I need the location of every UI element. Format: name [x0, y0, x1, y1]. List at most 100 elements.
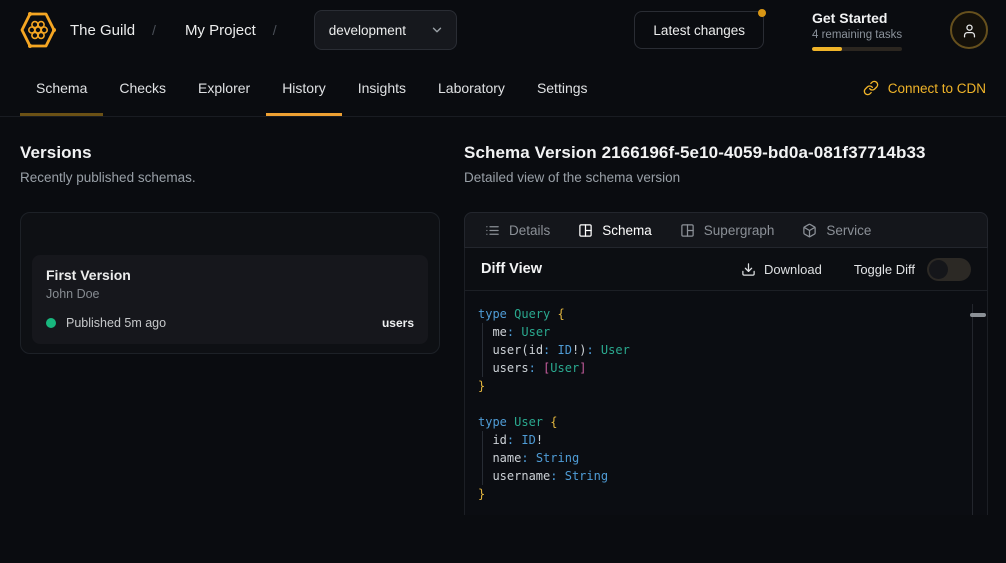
code-token	[557, 469, 564, 483]
code-scrollbar[interactable]	[972, 304, 987, 515]
code-line: }	[478, 485, 967, 503]
tab-insights[interactable]: Insights	[342, 60, 422, 116]
service-badge: users	[382, 316, 414, 330]
code-token	[536, 361, 543, 375]
hive-logo-icon[interactable]	[18, 10, 58, 50]
breadcrumb-separator: /	[273, 22, 277, 38]
code-line: me: User	[478, 323, 967, 341]
tab-supergraph[interactable]: Supergraph	[666, 213, 789, 247]
get-started-widget[interactable]: Get Started 4 remaining tasks	[812, 10, 902, 51]
tab-schema-view[interactable]: Schema	[564, 213, 666, 247]
tab-underline	[182, 113, 266, 116]
tab-underline	[422, 113, 521, 116]
layout-columns-icon	[680, 223, 695, 238]
code-line: name: String	[478, 449, 967, 467]
code-token: user	[478, 343, 521, 357]
get-started-subtitle: 4 remaining tasks	[812, 29, 902, 41]
code-token: {	[550, 415, 557, 429]
code-line: users: [User]	[478, 359, 967, 377]
code-token	[550, 343, 557, 357]
code-token: ID	[558, 343, 572, 357]
schema-version-subtitle: Detailed view of the schema version	[464, 170, 988, 185]
get-started-title: Get Started	[812, 10, 902, 26]
tab-settings[interactable]: Settings	[521, 60, 604, 116]
target-select-value: development	[329, 23, 406, 38]
tab-label: History	[282, 80, 326, 96]
user-avatar[interactable]	[950, 11, 988, 49]
code-token: users	[478, 361, 529, 375]
code-line: type User {	[478, 413, 967, 431]
breadcrumb-project[interactable]: My Project	[185, 22, 256, 39]
app-header: The Guild / My Project / development Lat…	[0, 0, 1006, 60]
code-token: name	[478, 451, 521, 465]
tab-service[interactable]: Service	[788, 213, 885, 247]
code-line: user(id: ID!): User	[478, 341, 967, 359]
latest-changes-label: Latest changes	[653, 23, 745, 38]
code-token: }	[478, 379, 485, 393]
code-token: ]	[579, 361, 586, 375]
version-name: First Version	[46, 267, 414, 283]
code-token: (	[521, 343, 528, 357]
diff-toolbar: Diff View Download Toggle Diff	[464, 248, 988, 291]
published-status-dot-icon	[46, 318, 56, 328]
tab-label: Insights	[358, 80, 406, 96]
tab-details[interactable]: Details	[471, 213, 564, 247]
code-token: type	[478, 307, 514, 321]
code-token: :	[529, 361, 536, 375]
version-author: John Doe	[46, 287, 414, 301]
code-token: String	[536, 451, 579, 465]
code-token: :	[586, 343, 593, 357]
target-select[interactable]: development	[314, 10, 457, 50]
tab-label: Laboratory	[438, 80, 505, 96]
tab-underline	[103, 113, 182, 116]
tab-label: Settings	[537, 80, 588, 96]
tab-label: Service	[826, 223, 871, 238]
code-token	[529, 451, 536, 465]
code-token: User	[601, 343, 630, 357]
version-list-item[interactable]: First Version John Doe Published 5m ago …	[32, 255, 428, 344]
tab-history[interactable]: History	[266, 60, 342, 116]
tab-explorer[interactable]: Explorer	[182, 60, 266, 116]
download-button[interactable]: Download	[741, 262, 822, 277]
tab-label: Schema	[36, 80, 87, 96]
code-token: User	[514, 415, 543, 429]
code-token: ID	[521, 433, 535, 447]
code-line: id: ID!	[478, 431, 967, 449]
connect-to-cdn-link[interactable]: Connect to CDN	[863, 60, 986, 116]
target-nav: Schema Checks Explorer History Insights …	[0, 60, 1006, 117]
chevron-down-icon	[430, 23, 444, 37]
code-line: }	[478, 377, 967, 395]
tab-label: Schema	[602, 223, 652, 238]
versions-title: Versions	[20, 143, 440, 163]
schema-code-viewer[interactable]: type Query { me: User user(id: ID!): Use…	[464, 291, 988, 515]
toggle-diff-label: Toggle Diff	[854, 262, 915, 277]
download-label: Download	[764, 262, 822, 277]
code-scrollbar-thumb[interactable]	[970, 313, 986, 317]
code-token: User	[521, 325, 550, 339]
code-token: type	[478, 415, 514, 429]
code-token	[594, 343, 601, 357]
code-token: me	[478, 325, 507, 339]
tab-underline	[521, 113, 604, 116]
tab-label: Explorer	[198, 80, 250, 96]
get-started-progress-fill	[812, 47, 842, 51]
breadcrumb-org[interactable]: The Guild	[70, 22, 135, 39]
diff-view-title: Diff View	[481, 261, 542, 277]
latest-changes-button[interactable]: Latest changes	[634, 11, 764, 49]
code-line: username: String	[478, 467, 967, 485]
code-token: User	[550, 361, 579, 375]
tab-laboratory[interactable]: Laboratory	[422, 60, 521, 116]
tab-checks[interactable]: Checks	[103, 60, 182, 116]
schema-version-title: Schema Version 2166196f-5e10-4059-bd0a-0…	[464, 143, 988, 163]
tab-schema[interactable]: Schema	[20, 60, 103, 116]
code-token: :	[521, 451, 528, 465]
code-line: type Query {	[478, 305, 967, 323]
connect-to-cdn-label: Connect to CDN	[888, 81, 986, 96]
code-token: {	[557, 307, 564, 321]
version-status: Published 5m ago	[66, 316, 166, 330]
download-icon	[741, 262, 756, 277]
get-started-progressbar	[812, 47, 902, 51]
link-icon	[863, 80, 879, 96]
toggle-diff-switch[interactable]	[927, 258, 971, 281]
code-token: id	[478, 433, 507, 447]
